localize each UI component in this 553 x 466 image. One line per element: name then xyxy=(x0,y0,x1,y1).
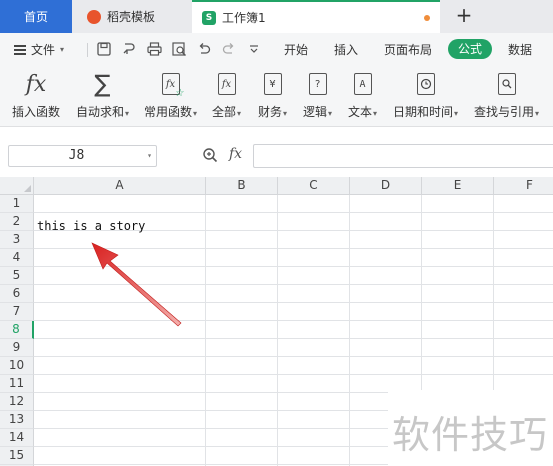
tab-home[interactable]: 首页 xyxy=(0,0,72,33)
insert-function-label: 插入函数 xyxy=(12,105,61,119)
date-time-button[interactable]: 日期和时间▾ xyxy=(393,71,458,120)
logical-label: 逻辑 xyxy=(303,105,328,119)
hamburger-icon xyxy=(14,44,26,55)
undo-icon[interactable] xyxy=(196,41,212,57)
lookup-reference-button[interactable]: 查找与引用▾ xyxy=(474,71,539,120)
tab-bar: 首页 稻壳模板 S 工作簿1 + xyxy=(0,0,553,33)
zoom-icon[interactable] xyxy=(202,147,218,163)
text-book-icon: A xyxy=(350,71,376,97)
menu-tab-insert[interactable]: 插入 xyxy=(334,41,358,58)
chevron-down-icon[interactable]: ▾ xyxy=(147,146,152,166)
file-menu-label: 文件 xyxy=(31,43,56,57)
search-book-icon xyxy=(494,71,520,97)
spreadsheet-icon: S xyxy=(202,10,216,25)
print-icon[interactable] xyxy=(146,41,162,57)
formula-ribbon: fx 插入函数 ∑ 自动求和▾ fx ☆ 常用函数▾ fx 全部▾ ¥ 财务▾ ?… xyxy=(0,65,553,127)
question-book-icon: ? xyxy=(305,71,331,97)
autosum-label: 自动求和 xyxy=(76,105,125,119)
all-functions-button[interactable]: fx 全部▾ xyxy=(212,71,241,120)
name-box-value: J8 xyxy=(68,148,85,163)
insert-function-button[interactable]: fx 插入函数 xyxy=(12,71,60,120)
redo-icon[interactable] xyxy=(221,41,237,57)
watermark-text: 软件技巧 xyxy=(392,413,549,457)
autosum-button[interactable]: ∑ 自动求和▾ xyxy=(76,70,129,120)
customize-toolbar-icon[interactable] xyxy=(246,41,262,57)
menu-tab-data[interactable]: 数据 xyxy=(508,41,532,58)
common-functions-button[interactable]: fx ☆ 常用函数▾ xyxy=(144,71,197,120)
menu-tab-formulas[interactable]: 公式 xyxy=(448,39,493,59)
tab-template[interactable]: 稻壳模板 xyxy=(73,0,190,33)
tab-workbook-label: 工作簿1 xyxy=(222,11,266,25)
star-function-icon: fx ☆ xyxy=(158,71,184,99)
fx-icon: fx xyxy=(25,71,47,97)
lookup-reference-label: 查找与引用 xyxy=(474,105,535,119)
menu-tab-page-layout[interactable]: 页面布局 xyxy=(384,41,432,58)
name-box[interactable]: J8 ▾ xyxy=(8,145,157,167)
logical-button[interactable]: ? 逻辑▾ xyxy=(303,71,332,120)
new-tab-button[interactable]: + xyxy=(452,4,476,28)
menu-divider xyxy=(87,43,88,57)
unsaved-indicator xyxy=(424,15,430,21)
date-time-label: 日期和时间 xyxy=(393,105,454,119)
export-icon[interactable] xyxy=(121,41,137,57)
sigma-icon: ∑ xyxy=(94,70,111,98)
tab-workbook[interactable]: S 工作簿1 xyxy=(192,0,440,33)
text-button[interactable]: A 文本▾ xyxy=(348,71,377,120)
formula-bar: J8 ▾ fx xyxy=(0,127,553,177)
print-preview-icon[interactable] xyxy=(171,41,187,57)
save-icon[interactable] xyxy=(96,41,112,57)
chevron-down-icon: ▾ xyxy=(60,45,65,54)
clock-book-icon xyxy=(413,71,439,97)
all-functions-label: 全部 xyxy=(212,105,237,119)
common-functions-label: 常用函数 xyxy=(144,105,193,119)
file-menu-button[interactable]: 文件 ▾ xyxy=(14,41,64,58)
fx-icon[interactable]: fx xyxy=(229,146,242,162)
yen-book-icon: ¥ xyxy=(260,71,286,97)
docer-logo-icon xyxy=(87,9,101,24)
financial-label: 财务 xyxy=(258,105,283,119)
tab-home-label: 首页 xyxy=(23,10,48,24)
financial-button[interactable]: ¥ 财务▾ xyxy=(258,71,287,120)
menu-bar: 文件 ▾ 开始 插入 页面布局 公式 数据 xyxy=(0,33,553,65)
formula-input[interactable] xyxy=(253,144,553,168)
function-icon: fx xyxy=(214,71,240,97)
tab-template-label: 稻壳模板 xyxy=(107,10,156,24)
text-label: 文本 xyxy=(348,105,373,119)
menu-tab-home[interactable]: 开始 xyxy=(284,41,308,58)
